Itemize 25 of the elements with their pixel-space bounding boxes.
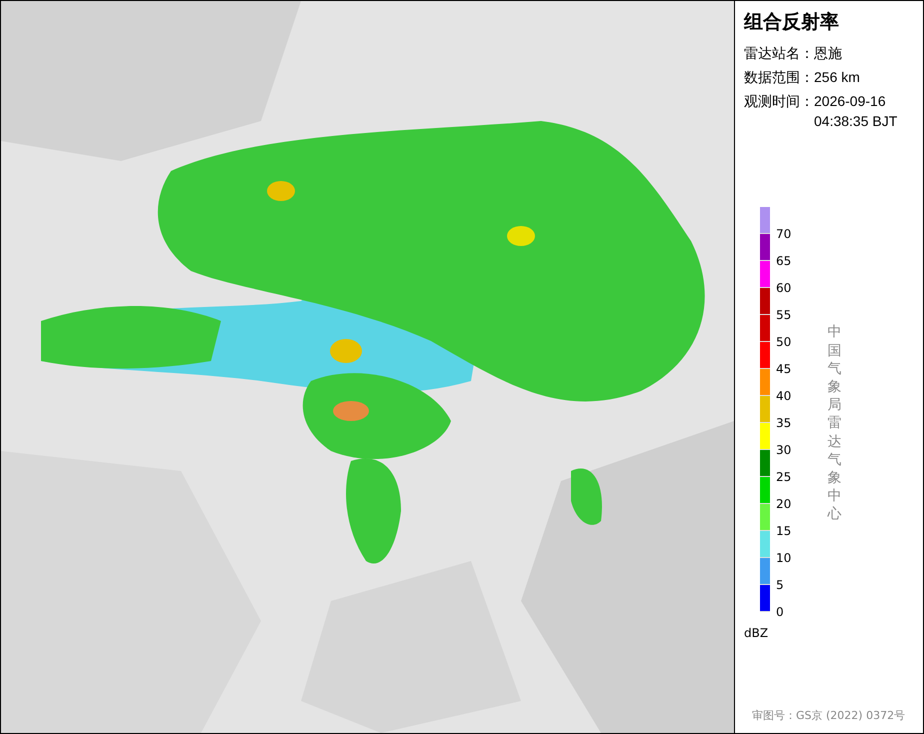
legend-label: 55 (776, 309, 792, 321)
panel-title: 组合反射率 (744, 10, 840, 35)
legend-label: 65 (776, 255, 792, 267)
legend-label: 0 (776, 606, 784, 618)
legend-label: 35 (776, 417, 792, 429)
legend-label: 60 (776, 282, 792, 294)
legend-label: 5 (776, 579, 784, 591)
field-value: 2026-09-16 04:38:35 BJT (814, 92, 898, 131)
legend-label: 20 (776, 498, 792, 510)
field-label: 数据范围： (744, 68, 814, 87)
field-label: 观测时间： (744, 92, 814, 111)
legend-label: 45 (776, 363, 792, 375)
legend-label: 25 (776, 471, 792, 483)
legend-label: 30 (776, 444, 792, 456)
legend-label: 50 (776, 336, 792, 348)
map-approval-number: 审图号：GS京 (2022) 0372号 (752, 708, 906, 723)
legend-label: 15 (776, 525, 792, 537)
field-label: 雷达站名： (744, 44, 814, 63)
legend-label: 40 (776, 390, 792, 402)
unit-label: dBZ (744, 626, 768, 640)
credit-text: 中国气象局雷达气象中心 (827, 323, 842, 524)
legend-label: 70 (776, 228, 792, 240)
legend-label: 10 (776, 552, 792, 564)
field-value: 恩施 (814, 44, 843, 63)
field-value: 256 km (814, 68, 861, 87)
